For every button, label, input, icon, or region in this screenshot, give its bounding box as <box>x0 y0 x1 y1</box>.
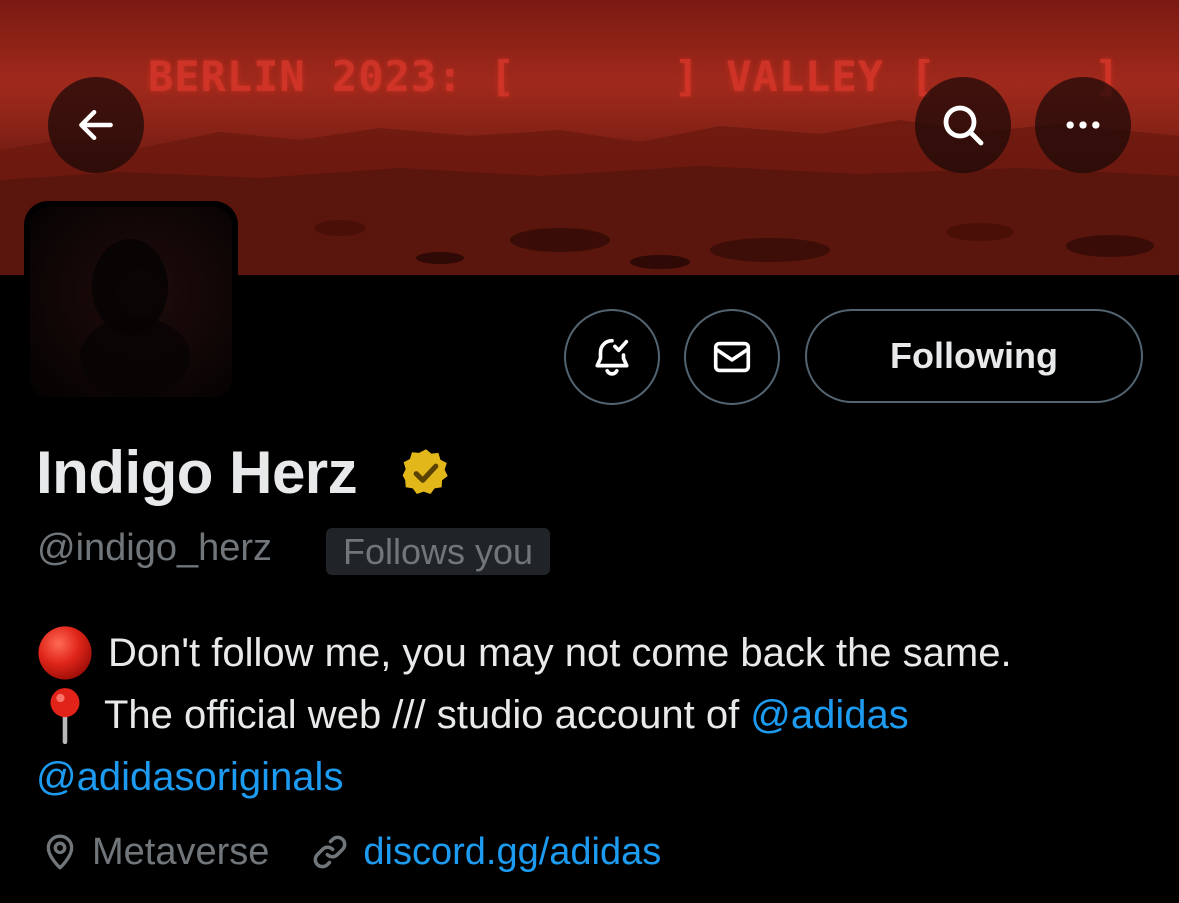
bio-text-1: Don't follow me, you may not come back t… <box>108 631 1012 675</box>
website-link[interactable]: discord.gg/adidas <box>363 831 661 874</box>
search-icon <box>943 105 984 146</box>
website-item: discord.gg/adidas <box>309 831 661 874</box>
display-name: Indigo Herz <box>36 439 358 506</box>
follows-you-badge: Follows you <box>326 528 551 575</box>
back-button[interactable] <box>48 77 144 173</box>
round-pushpin-icon <box>50 688 80 744</box>
user-handle: @indigo_herz <box>37 527 273 569</box>
search-button[interactable] <box>915 77 1011 173</box>
message-button[interactable] <box>684 309 780 405</box>
bio-line-2: The official web /// studio account of @… <box>36 684 1156 746</box>
red-circle-icon <box>38 626 92 680</box>
more-horizontal-icon <box>1066 121 1100 129</box>
bell-check-icon <box>595 338 629 376</box>
location-text: Metaverse <box>92 830 270 873</box>
mention-adidas[interactable]: @adidas <box>750 684 908 746</box>
notifications-button[interactable] <box>564 309 660 405</box>
avatar[interactable] <box>24 201 238 397</box>
bio: Don't follow me, you may not come back t… <box>36 622 1156 808</box>
bio-text-2: The official web /// studio account of <box>104 693 751 737</box>
arrow-left-icon <box>79 109 113 141</box>
link-icon <box>314 835 347 869</box>
bio-line-1: Don't follow me, you may not come back t… <box>36 622 1156 684</box>
more-button[interactable] <box>1035 77 1131 173</box>
profile-meta: Metaverse discord.gg/adidas <box>40 830 661 874</box>
location-item: Metaverse <box>40 830 269 874</box>
verified-badge-icon[interactable] <box>398 445 454 501</box>
bio-line-3: @adidasoriginals <box>36 746 1156 808</box>
mention-adidasoriginals[interactable]: @adidasoriginals <box>36 746 343 808</box>
avatar-image <box>30 207 232 397</box>
location-pin-icon <box>46 834 74 870</box>
mail-icon <box>713 341 751 373</box>
following-button[interactable]: Following <box>805 309 1143 403</box>
